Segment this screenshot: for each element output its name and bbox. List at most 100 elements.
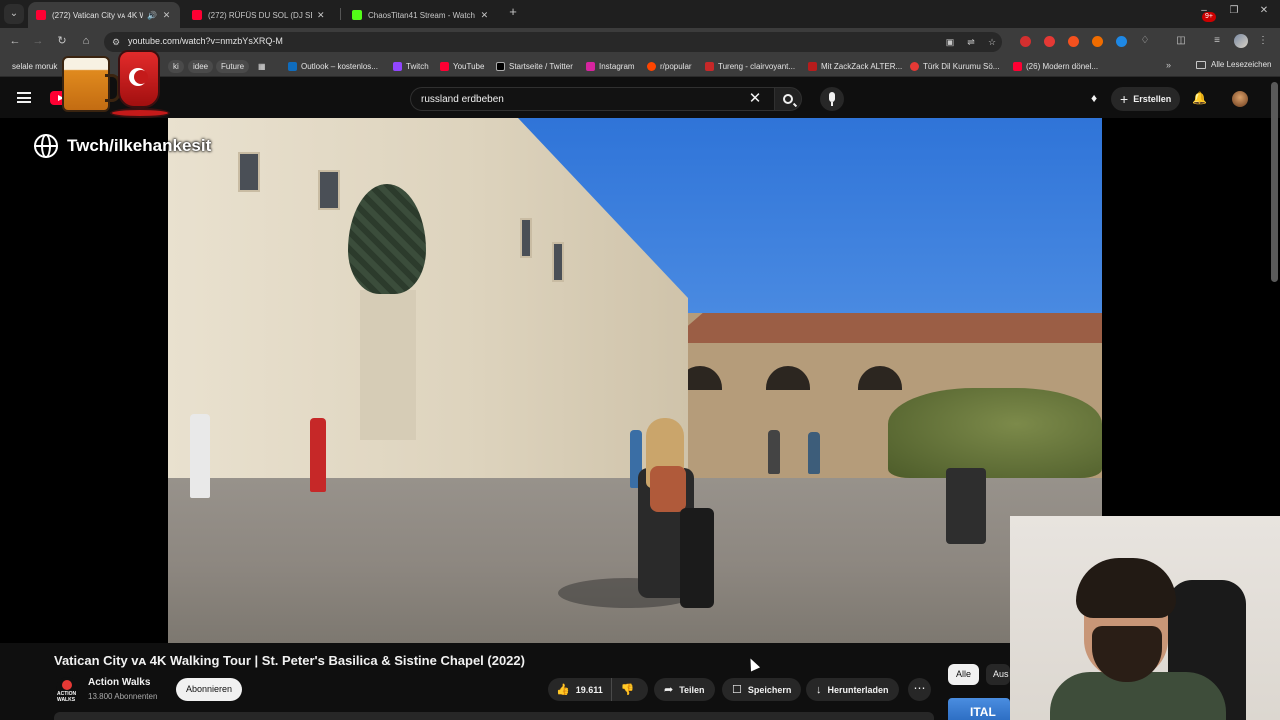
close-tab-icon[interactable]: ✕	[161, 10, 172, 21]
description-box[interactable]	[54, 712, 934, 720]
tureng-icon	[705, 62, 714, 71]
browser-profile-avatar[interactable]	[1234, 34, 1248, 48]
back-icon[interactable]: ←	[8, 34, 22, 48]
install-app-icon[interactable]: ▣	[944, 36, 956, 48]
address-bar[interactable]: ⚙ youtube.com/watch?v=nmzbYsXRQ-M ▣ ⇌ ☆	[104, 32, 1002, 52]
video-window	[520, 218, 532, 258]
channel-avatar-text: ACTION WALKS	[57, 691, 77, 703]
extension-red-icon[interactable]	[1044, 36, 1055, 47]
guide-menu-icon[interactable]	[17, 92, 31, 103]
tab-chaostitan-stream[interactable]: ChaosTitan41 Stream - Watch L ✕	[344, 2, 498, 28]
plus-icon: +	[1120, 91, 1129, 107]
youtube-favicon-icon	[36, 10, 46, 20]
extension-adblock-icon[interactable]	[1020, 36, 1031, 47]
side-panel-icon[interactable]: ◫	[1174, 34, 1188, 48]
media-controls-icon[interactable]: ≡	[1210, 34, 1224, 48]
video-tourist	[768, 430, 780, 474]
extensions-puzzle-icon[interactable]: ♢	[1138, 34, 1152, 48]
bookmark-label: selale moruk	[12, 62, 58, 71]
bookmark-tdk[interactable]: Türk Dil Kurumu Sö...	[910, 60, 999, 73]
video-trash-bin	[946, 468, 986, 544]
save-button[interactable]: ☐ Speichern	[722, 678, 802, 701]
youtube-icon	[1013, 62, 1022, 71]
forward-icon[interactable]: →	[31, 34, 45, 48]
bookmark-idee[interactable]: idee	[188, 60, 214, 73]
bookmark-zackzack[interactable]: Mit ZackZack ALTER...	[808, 60, 902, 73]
voice-search-icon[interactable]	[820, 87, 844, 111]
youtube-account-avatar[interactable]	[1232, 91, 1248, 107]
video-frame[interactable]	[168, 118, 1102, 643]
bookmark-twitter[interactable]: Startseite / Twitter	[496, 60, 573, 73]
outlook-icon	[288, 62, 297, 71]
restore-icon[interactable]: ❐	[1227, 5, 1241, 16]
bookmark-label: (26) Modern dönel...	[1026, 62, 1099, 71]
close-tab-icon[interactable]: ✕	[316, 10, 326, 21]
bookmark-label: Instagram	[599, 62, 635, 71]
close-tab-icon[interactable]: ✕	[479, 10, 490, 21]
thumbs-up-icon: 👍	[556, 684, 570, 696]
beer-mug-icon	[62, 56, 120, 112]
dislike-button[interactable]: 👎	[612, 678, 644, 701]
tab-vatican-city[interactable]: (272) Vatican City vᴀ 4K Wa 🔊 ✕	[28, 2, 180, 28]
share-button[interactable]: ➦ Teilen	[654, 678, 715, 701]
more-bookmarks-icon[interactable]: »	[1166, 60, 1171, 70]
video-stroller	[680, 508, 714, 608]
bookmark-instagram[interactable]: Instagram	[586, 60, 635, 73]
apps-grid-icon[interactable]: ▦	[258, 60, 266, 73]
tab-rufus-du-sol[interactable]: (272) RÜFÜS DU SOL (DJ SET) - ✕	[184, 2, 334, 28]
like-button[interactable]: 👍 19.611	[548, 678, 612, 701]
search-button[interactable]	[774, 87, 802, 111]
bookmark-outlook[interactable]: Outlook – kostenlos...	[288, 60, 378, 73]
download-icon: ↓	[816, 683, 822, 696]
filter-chip-all[interactable]: Alle	[948, 664, 980, 685]
bookmark-label: r/popular	[660, 62, 692, 71]
recommended-video-thumbnail[interactable]: ITAL	[948, 698, 1010, 720]
reddit-icon	[647, 62, 656, 71]
bookmark-future[interactable]: Future	[216, 60, 250, 73]
translate-icon[interactable]: ⇌	[965, 36, 977, 48]
bookmark-tureng[interactable]: Tureng - clairvoyant...	[705, 60, 795, 73]
bookmark-modern-donel[interactable]: (26) Modern dönel...	[1013, 60, 1098, 73]
bookmark-label: Tureng - clairvoyant...	[718, 62, 796, 71]
globe-icon	[34, 134, 58, 158]
share-icon: ➦	[664, 684, 674, 696]
more-actions-icon[interactable]: ⋯	[908, 678, 931, 701]
channel-logo-icon	[62, 680, 72, 690]
folder-icon	[1196, 60, 1206, 69]
create-button[interactable]: + Erstellen	[1111, 87, 1181, 111]
bookmark-selale-moruk[interactable]: selale moruk	[12, 60, 57, 73]
channel-name[interactable]: Action Walks	[88, 677, 150, 688]
cast-icon[interactable]: ♦	[1087, 91, 1101, 105]
tab-search-button[interactable]: ⌄	[4, 4, 24, 24]
clear-search-icon[interactable]: ✕	[747, 91, 763, 107]
tab-title: ChaosTitan41 Stream - Watch L	[368, 10, 475, 20]
video-window	[238, 152, 260, 192]
bookmark-youtube[interactable]: YouTube	[440, 60, 484, 73]
bookmark-star-icon[interactable]: ☆	[986, 36, 998, 48]
bookmark-reddit[interactable]: r/popular	[647, 60, 692, 73]
extension-orange-icon[interactable]	[1068, 36, 1079, 47]
download-button[interactable]: ↓ Herunterladen	[806, 678, 899, 701]
search-input[interactable]: russland erdbeben	[421, 94, 504, 105]
channel-avatar[interactable]: ACTION WALKS	[56, 677, 78, 703]
subscribe-button[interactable]: Abonnieren	[176, 678, 243, 701]
video-tourist	[310, 418, 326, 492]
page-scrollbar[interactable]	[1271, 82, 1278, 282]
close-window-icon[interactable]: ✕	[1257, 5, 1271, 16]
speaker-icon[interactable]: 🔊	[147, 11, 157, 20]
bookmark-twitch[interactable]: Twitch	[393, 60, 429, 73]
subscriber-count: 13.800 Abonnenten	[88, 692, 158, 701]
like-dislike-group: 👍 19.611 👎	[548, 678, 648, 701]
youtube-favicon-icon	[192, 10, 202, 20]
search-box[interactable]: russland erdbeben ✕	[410, 87, 774, 111]
filter-chip-next[interactable]: Aus	[986, 664, 1010, 685]
extension-fox-icon[interactable]	[1092, 36, 1103, 47]
all-bookmarks-button[interactable]: Alle Lesezeichen	[1196, 60, 1271, 69]
browser-menu-icon[interactable]: ⋮	[1256, 34, 1270, 48]
new-tab-icon[interactable]: +	[506, 5, 520, 19]
extension-blue-icon[interactable]	[1116, 36, 1127, 47]
thumbnail-text: ITAL	[970, 705, 996, 719]
notifications-bell-icon[interactable]: 🔔	[1192, 91, 1207, 105]
thumbs-down-icon: 👎	[620, 684, 635, 696]
bookmark-label: Future	[221, 62, 245, 71]
